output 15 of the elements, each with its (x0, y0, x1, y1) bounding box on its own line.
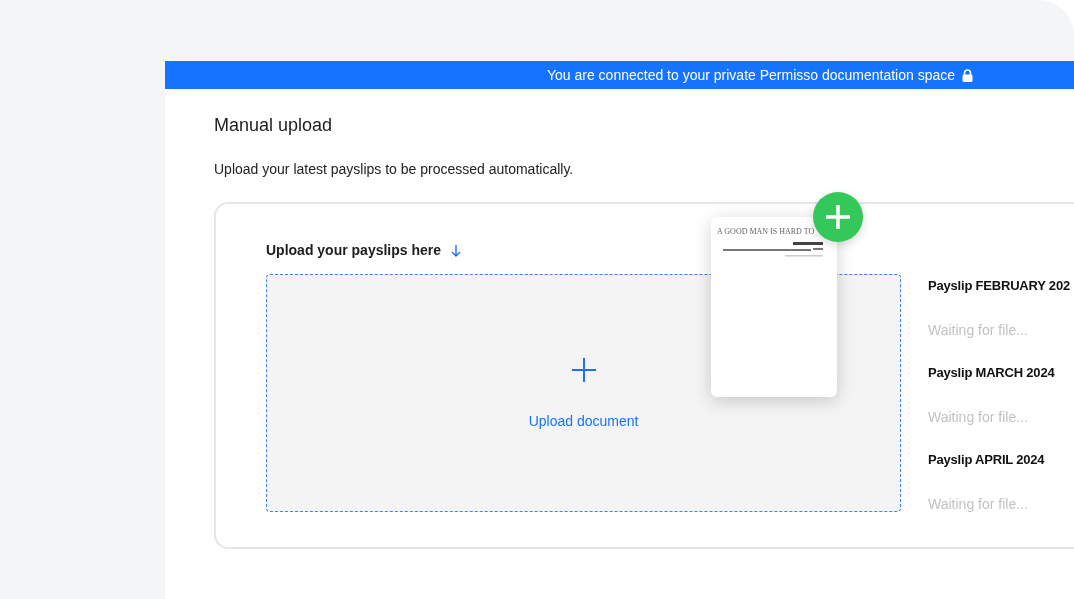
page-title: Manual upload (214, 115, 334, 136)
payslip-name: Payslip FEBRUARY 202 (928, 277, 1070, 295)
payslip-status: Waiting for file... (928, 495, 1029, 514)
arrow-down-icon (451, 243, 462, 257)
payslip-name: Payslip APRIL 2024 (928, 451, 1046, 469)
payslip-name: Payslip MARCH 2024 (928, 364, 1056, 382)
upload-label: Upload your payslips here (266, 242, 442, 258)
lock-icon (962, 68, 974, 82)
page-subtitle: Upload your latest payslips to be processed automatically. (214, 161, 575, 177)
payslip-status: Waiting for file... (928, 408, 1029, 427)
plus-icon (826, 205, 850, 229)
banner-text: You are connected to your private Permisso documentation space (546, 67, 956, 83)
payslip-status: Waiting for file... (928, 321, 1029, 340)
document-title: A GOOD MAN IS HARD TO (717, 227, 816, 236)
plus-icon (570, 357, 597, 383)
